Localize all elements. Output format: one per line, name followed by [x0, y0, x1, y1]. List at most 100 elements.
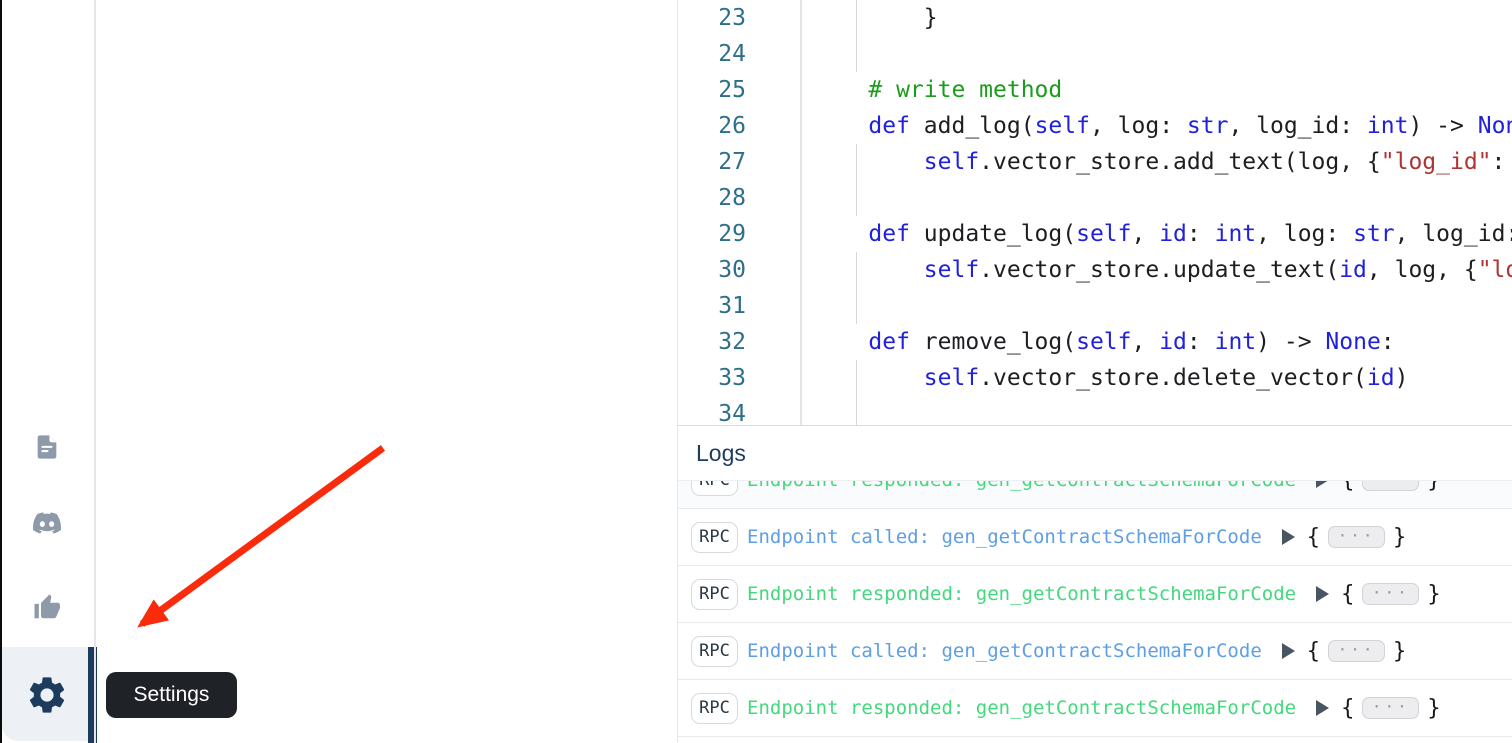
code-content: self.vector_store.delete_vector(id)	[802, 360, 1512, 396]
code-token: ,	[1132, 221, 1160, 247]
code-lines: 23 }2425 # write method26 def add_log(se…	[678, 0, 1512, 425]
brace-close: }	[1427, 481, 1440, 493]
code-token	[813, 149, 924, 175]
ellipsis-pill[interactable]: ···	[1362, 481, 1419, 491]
code-token: ,	[1132, 329, 1160, 355]
code-token: remove_log(	[910, 329, 1076, 355]
code-token: .vector_store.update_text(	[979, 257, 1339, 283]
code-token: str	[1187, 113, 1229, 139]
expand-caret-icon[interactable]	[1316, 586, 1329, 602]
log-row-content: RPCEndpoint called: gen_getContractSchem…	[691, 509, 1512, 565]
code-token: def	[868, 113, 910, 139]
code-token: int	[1367, 113, 1409, 139]
code-line[interactable]: 25 # write method	[678, 72, 1512, 108]
code-token: add_log(	[910, 113, 1035, 139]
logs-header: Logs	[678, 426, 1512, 481]
code-line[interactable]: 30 self.vector_store.update_text(id, log…	[678, 252, 1512, 288]
code-token: int	[1215, 221, 1257, 247]
code-token: .vector_store.add_text(log, {	[979, 149, 1381, 175]
code-token: self	[924, 257, 979, 283]
sidebar-divider	[94, 0, 96, 743]
log-message: Endpoint responded: gen_getContractSchem…	[747, 583, 1296, 605]
code-token: self	[1035, 113, 1090, 139]
code-line[interactable]: 32 def remove_log(self, id: int) -> None…	[678, 324, 1512, 360]
ellipsis-pill[interactable]: ···	[1328, 640, 1385, 662]
code-token: , log, {	[1367, 257, 1478, 283]
indent-guide	[856, 396, 857, 425]
code-content	[802, 396, 1512, 425]
code-content	[802, 36, 1512, 72]
code-line[interactable]: 33 self.vector_store.delete_vector(id)	[678, 360, 1512, 396]
code-token: , log_id:	[1228, 113, 1366, 139]
log-row-partial: RPCEndpoint responded: gen_getContractSc…	[678, 481, 1512, 509]
logs-list: RPC Endpoint responded: gen_getContractSc…	[678, 481, 1512, 737]
ellipsis-pill[interactable]: ···	[1362, 697, 1419, 719]
expand-caret-icon[interactable]	[1282, 643, 1295, 659]
ellipsis-pill[interactable]: ···	[1328, 526, 1385, 548]
code-content	[802, 180, 1512, 216]
brace-close: }	[1393, 639, 1406, 664]
code-content: # write method	[802, 72, 1512, 108]
code-content: }	[802, 0, 1512, 36]
code-line[interactable]: 27 self.vector_store.add_text(log, {"log…	[678, 144, 1512, 180]
code-token: id	[1367, 365, 1395, 391]
code-token: id	[1159, 221, 1187, 247]
code-token: # write method	[868, 77, 1062, 103]
code-token: self	[924, 149, 979, 175]
line-number: 33	[678, 360, 802, 396]
thumbs-up-icon	[32, 592, 62, 622]
code-line[interactable]: 23 }	[678, 0, 1512, 36]
code-token: update_log(	[910, 221, 1076, 247]
indent-guide	[856, 0, 857, 36]
code-line[interactable]: 31	[678, 288, 1512, 324]
code-token	[813, 257, 924, 283]
code-line[interactable]: 26 def add_log(self, log: str, log_id: i…	[678, 108, 1512, 144]
sidebar-item-discord[interactable]	[23, 499, 71, 547]
brace-close: }	[1427, 582, 1440, 607]
document-icon	[33, 433, 61, 461]
logs-title: Logs	[696, 440, 746, 467]
line-number: 30	[678, 252, 802, 288]
code-token: , log_id:	[1395, 221, 1512, 247]
code-token: id	[1159, 329, 1187, 355]
code-line[interactable]: 34	[678, 396, 1512, 425]
line-number: 26	[678, 108, 802, 144]
brace-close: }	[1427, 696, 1440, 721]
code-content: def update_log(self, id: int, log: str, …	[802, 216, 1512, 252]
brace-open: {	[1307, 525, 1320, 550]
code-token: "log_id"	[1478, 257, 1512, 283]
expand-caret-icon[interactable]	[1282, 529, 1295, 545]
app-root: { "sidebar": { "items": [ { "name": "doc…	[0, 0, 1512, 743]
code-content	[802, 288, 1512, 324]
log-row-content: RPC Endpoint responded: gen_getContractSc…	[691, 566, 1512, 622]
rpc-badge: RPC	[691, 579, 738, 610]
line-number: 25	[678, 72, 802, 108]
log-row-content: RPCEndpoint responded: gen_getContractSc…	[691, 680, 1512, 736]
indent-guide	[856, 36, 857, 72]
gear-icon	[25, 673, 69, 717]
log-message: Endpoint responded: gen_getContractSchem…	[747, 697, 1296, 719]
code-content: self.vector_store.add_text(log, {"log_id…	[802, 144, 1512, 180]
code-token: .vector_store.delete_vector(	[979, 365, 1367, 391]
sidebar-item-settings[interactable]	[23, 671, 71, 719]
sidebar-item-feedback[interactable]	[23, 583, 71, 631]
line-number: 27	[678, 144, 802, 180]
code-line[interactable]: 29 def update_log(self, id: int, log: st…	[678, 216, 1512, 252]
code-line[interactable]: 28	[678, 180, 1512, 216]
code-editor-panel[interactable]: 23 }2425 # write method26 def add_log(se…	[677, 0, 1512, 425]
sidebar	[0, 0, 96, 743]
code-token: )	[1395, 365, 1409, 391]
log-row: RPCEndpoint called: gen_getContractSchem…	[678, 623, 1512, 680]
code-token	[813, 113, 868, 139]
code-line[interactable]: 24	[678, 36, 1512, 72]
log-message: Endpoint called: gen_getContractSchemaFo…	[747, 526, 1262, 548]
settings-tooltip: Settings	[106, 672, 237, 718]
ellipsis-pill[interactable]: ···	[1362, 583, 1419, 605]
sidebar-item-docs[interactable]	[23, 423, 71, 471]
expand-caret-icon[interactable]	[1316, 700, 1329, 716]
log-row: RPCEndpoint responded: gen_getContractSc…	[678, 680, 1512, 737]
code-token: , log:	[1256, 221, 1353, 247]
line-number: 32	[678, 324, 802, 360]
code-token: None	[1478, 113, 1512, 139]
expand-caret-icon[interactable]	[1316, 481, 1329, 488]
